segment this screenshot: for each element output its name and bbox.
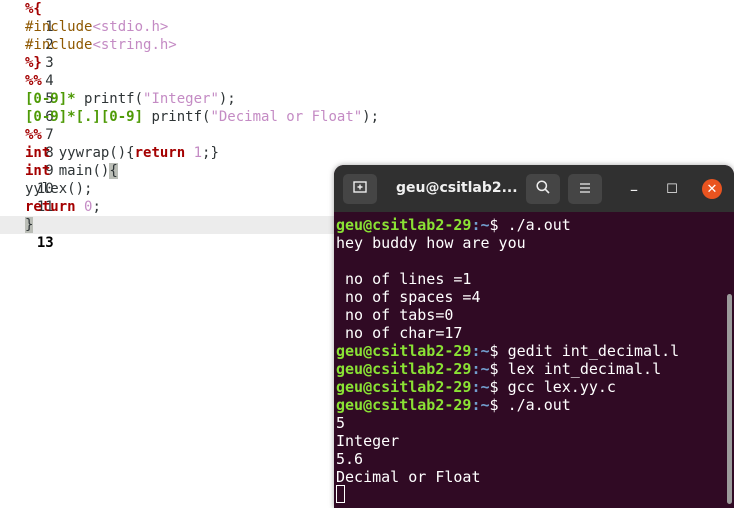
code-text: printf( — [143, 109, 211, 125]
command-text: $ lex int_decimal.l — [489, 360, 662, 378]
preprocessor-directive: #include — [25, 19, 93, 35]
code-text: yywrap(){ — [50, 145, 135, 161]
prompt-path: :~ — [471, 216, 490, 234]
terminal-line: no of spaces =4 — [336, 288, 481, 306]
code-line[interactable]: 3 #include<string.h> — [0, 36, 734, 71]
terminal-line: Decimal or Float — [336, 468, 481, 486]
terminal-line: geu@csitlab2-29:~$ gcc lex.yy.c — [336, 378, 616, 396]
terminal-line: no of char=17 — [336, 324, 463, 342]
code-text: ); — [218, 91, 236, 107]
matched-brace: { — [109, 163, 118, 179]
code-text: %{ — [25, 1, 42, 17]
terminal-header-bar[interactable]: geu@csitlab2... – ☐ ✕ — [334, 165, 734, 212]
command-text: $ ./a.out — [489, 396, 571, 414]
code-line[interactable]: 8%% — [0, 126, 734, 161]
terminal-window[interactable]: geu@csitlab2... – ☐ ✕ geu@csitlab2-29:~$… — [334, 165, 734, 508]
include-file: <stdio.h> — [92, 19, 169, 35]
code-line[interactable]: 5%% — [0, 72, 734, 107]
line-number: 13 — [36, 235, 54, 251]
preprocessor-directive: #include — [25, 37, 93, 53]
prompt-user: geu@csitlab2-29 — [336, 360, 472, 378]
maximize-icon: ☐ — [666, 181, 678, 197]
command-text: $ gcc lex.yy.c — [489, 378, 616, 396]
minimize-icon: – — [630, 179, 638, 199]
close-icon: ✕ — [706, 181, 718, 197]
code-text: printf( — [75, 91, 144, 107]
code-line[interactable]: 2 #include<stdio.h> — [0, 18, 734, 53]
regex-pattern: [0-9]* — [25, 91, 76, 107]
command-text: $ ./a.out — [489, 216, 571, 234]
code-line[interactable]: 7 [0-9]*[.][0-9] printf("Decimal or Float… — [0, 108, 734, 143]
new-tab-icon — [352, 179, 368, 199]
terminal-line: 5.6 — [336, 450, 364, 468]
prompt-user: geu@csitlab2-29 — [336, 342, 472, 360]
terminal-line: geu@csitlab2-29:~$ ./a.out — [336, 396, 571, 414]
matched-brace: } — [25, 217, 34, 233]
menu-button[interactable] — [568, 174, 602, 204]
terminal-line: geu@csitlab2-29:~$ gedit int_decimal.l — [336, 342, 679, 360]
keyword: int — [25, 145, 51, 161]
search-button[interactable] — [526, 174, 560, 204]
keyword: return — [134, 145, 186, 161]
prompt-path: :~ — [471, 396, 490, 414]
code-text: %% — [25, 127, 42, 143]
terminal-line: 5 — [336, 414, 346, 432]
include-file: <string.h> — [92, 37, 177, 53]
terminal-line: no of lines =1 — [336, 270, 472, 288]
code-line[interactable]: 6 [0-9]* printf("Integer"); — [0, 90, 734, 125]
number-literal: 1 — [185, 145, 203, 161]
minimize-button[interactable]: – — [622, 177, 646, 201]
prompt-user: geu@csitlab2-29 — [336, 378, 472, 396]
search-icon — [535, 179, 551, 199]
terminal-cursor — [336, 485, 345, 503]
code-text: ; — [92, 199, 101, 215]
terminal-line: geu@csitlab2-29:~$ ./a.out — [336, 216, 571, 234]
keyword: return — [25, 199, 76, 215]
terminal-title: geu@csitlab2... — [396, 180, 518, 196]
terminal-output[interactable]: geu@csitlab2-29:~$ ./a.out hey buddy how… — [334, 212, 734, 508]
regex-pattern: [0-9]*[.][0-9] — [25, 109, 144, 125]
new-tab-button[interactable] — [343, 174, 377, 204]
keyword: int — [25, 163, 51, 179]
prompt-user: geu@csitlab2-29 — [336, 396, 472, 414]
code-text: %% — [25, 73, 42, 89]
terminal-line: hey buddy how are you — [336, 234, 526, 252]
terminal-line: geu@csitlab2-29:~$ lex int_decimal.l — [336, 360, 661, 378]
terminal-line: no of tabs=0 — [336, 306, 454, 324]
code-text: ); — [362, 109, 380, 125]
prompt-user: geu@csitlab2-29 — [336, 216, 472, 234]
code-text: main() — [50, 163, 110, 179]
code-line[interactable]: 9 int yywrap(){return 1;} — [0, 144, 734, 179]
hamburger-menu-icon — [578, 180, 592, 199]
command-text: $ gedit int_decimal.l — [489, 342, 680, 360]
code-text: %} — [25, 55, 42, 71]
number-literal: 0 — [75, 199, 93, 215]
string-literal: "Decimal or Float" — [210, 109, 363, 125]
code-line[interactable]: 4%} — [0, 54, 734, 89]
prompt-path: :~ — [471, 360, 490, 378]
code-text: ;} — [202, 145, 219, 161]
prompt-path: :~ — [471, 378, 490, 396]
string-literal: "Integer" — [143, 91, 219, 107]
terminal-scrollbar[interactable] — [727, 294, 732, 504]
close-button[interactable]: ✕ — [702, 179, 722, 199]
maximize-button[interactable]: ☐ — [660, 177, 684, 201]
prompt-path: :~ — [471, 342, 490, 360]
terminal-line: Integer — [336, 432, 400, 450]
code-line[interactable]: 1 %{ — [0, 0, 734, 35]
code-text: yylex(); — [25, 181, 93, 197]
